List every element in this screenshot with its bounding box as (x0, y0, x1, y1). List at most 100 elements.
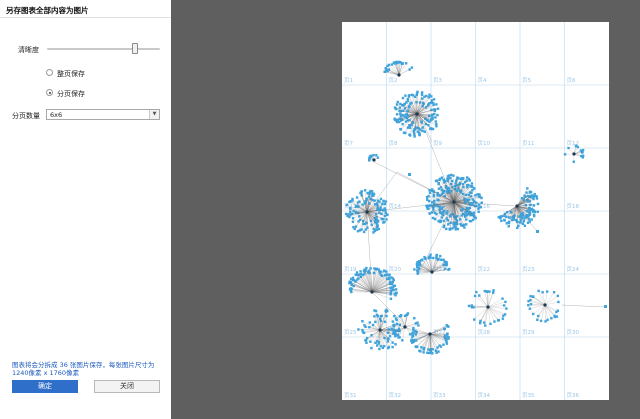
graph-node (492, 291, 495, 294)
graph-node (383, 214, 387, 218)
graph-node (397, 336, 400, 339)
graph-node (502, 304, 506, 307)
graph-node (507, 225, 510, 228)
graph-node (537, 289, 540, 293)
graph-node (382, 200, 385, 203)
graph-node (477, 210, 480, 213)
graph-edge (540, 304, 546, 321)
graph-node (532, 312, 535, 316)
graph-node (392, 330, 395, 334)
graph-edge (404, 318, 415, 328)
graph-node (399, 61, 402, 64)
graph-node (401, 339, 404, 342)
graph-node (401, 62, 404, 65)
graph-node (426, 351, 429, 354)
graph-node (483, 289, 487, 293)
title-divider (0, 17, 171, 18)
graph-node (424, 106, 428, 109)
graph-node (350, 277, 353, 281)
graph-node (442, 225, 445, 229)
graph-node (431, 348, 434, 351)
graph-node (408, 68, 411, 71)
graph-node (385, 218, 388, 221)
graph-node (351, 217, 355, 220)
graph-node (386, 64, 389, 68)
graph-node (503, 214, 506, 218)
page-count-select[interactable]: 6x6 ▼ (46, 109, 160, 120)
chevron-down-icon[interactable]: ▼ (149, 110, 159, 119)
radio-whole-page[interactable] (46, 69, 53, 76)
graph-node (536, 210, 540, 213)
graph-edge (537, 304, 546, 320)
clarity-slider[interactable] (47, 48, 160, 50)
graph-node (367, 195, 371, 198)
graph-hub (397, 73, 401, 77)
graph-hub (415, 112, 419, 116)
graph-node (407, 94, 411, 97)
graph-node (427, 96, 431, 99)
graph-node (404, 120, 408, 123)
graph-node (371, 194, 374, 197)
page-label: 页18 (567, 203, 580, 210)
radio-paged-label[interactable]: 分页保存 (57, 89, 85, 99)
graph-node (427, 348, 430, 351)
graph-hub (430, 270, 434, 274)
graph-node (433, 202, 436, 205)
graph-node (375, 267, 378, 271)
graph-node (445, 324, 448, 327)
graph-node (379, 319, 382, 323)
graph-node (389, 290, 393, 293)
graph-edge (474, 306, 489, 320)
graph-node (427, 194, 430, 198)
graph-node (416, 272, 419, 275)
graph-node (368, 321, 372, 324)
graph-node (429, 256, 432, 259)
graph-node (378, 347, 381, 351)
graph-hub (378, 328, 382, 332)
graph-node (372, 227, 376, 231)
graph-node (436, 113, 439, 117)
graph-node (553, 315, 556, 319)
graph-node (502, 314, 505, 317)
graph-node (453, 225, 456, 229)
graph-node (418, 262, 421, 265)
graph-node (350, 290, 353, 294)
graph-node (376, 314, 380, 318)
graph-node (479, 205, 482, 209)
confirm-button[interactable]: 确定 (12, 380, 78, 393)
graph-node (414, 333, 417, 336)
graph-node (478, 193, 481, 196)
graph-node (362, 331, 366, 335)
graph-node (486, 290, 489, 293)
graph-node (399, 314, 402, 318)
graph-node (372, 153, 375, 157)
page-label: 页23 (522, 266, 535, 273)
dialog-title: 另存图表全部内容为图片 (6, 6, 89, 15)
graph-node (368, 157, 371, 161)
graph-edge (544, 304, 558, 311)
clarity-slider-thumb[interactable] (132, 43, 139, 54)
graph-node (383, 202, 387, 206)
graph-node (372, 231, 375, 234)
graph-node (401, 96, 405, 100)
graph-node (379, 206, 382, 209)
graph-node (354, 280, 357, 283)
close-button[interactable]: 关闭 (94, 380, 160, 393)
graph-node (377, 227, 381, 231)
graph-node (428, 191, 432, 194)
radio-whole-page-label[interactable]: 整页保存 (57, 69, 85, 79)
graph-node (526, 187, 529, 190)
graph-node (438, 211, 442, 214)
graph-node (395, 113, 399, 116)
graph-node (387, 337, 390, 341)
graph-node (475, 204, 478, 208)
graph-node (505, 210, 509, 214)
graph-node (404, 113, 408, 116)
graph-node (427, 204, 430, 207)
graph-node (373, 267, 376, 270)
graph-node (420, 259, 423, 262)
radio-paged[interactable] (46, 89, 53, 96)
graph-node (399, 128, 403, 131)
graph-node (402, 131, 406, 134)
graph-node (433, 112, 436, 116)
